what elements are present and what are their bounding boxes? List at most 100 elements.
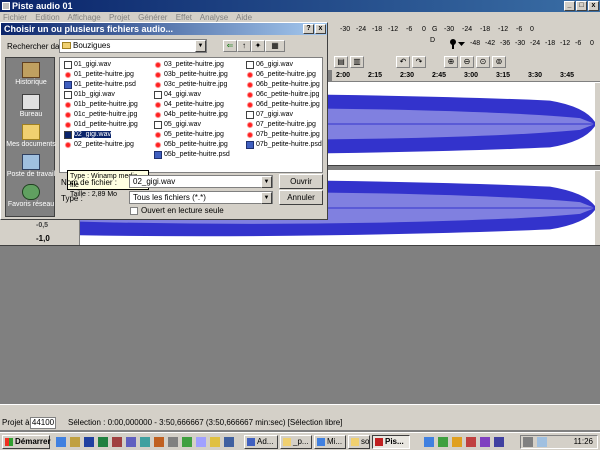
file-item[interactable]: 07_petite-huitre.jpg <box>246 120 316 130</box>
menu-fichier[interactable]: Fichier <box>3 13 27 22</box>
new-folder-icon[interactable]: ✦ <box>251 40 265 52</box>
horizontal-scrollbar[interactable] <box>0 404 600 416</box>
zoom-selection-icon[interactable]: ⊙ <box>476 56 490 68</box>
zoom-out-icon[interactable]: ⊖ <box>460 56 474 68</box>
place-network[interactable]: Favoris réseau <box>6 184 56 209</box>
dialog-close-button[interactable]: x <box>315 24 326 34</box>
silence-icon[interactable]: ▥ <box>350 56 364 68</box>
file-item[interactable]: 07_gigi.wav <box>246 110 293 120</box>
file-item[interactable]: 01b_petite-huitre.jpg <box>64 100 138 110</box>
file-item[interactable]: 05b_petite-huitre.jpg <box>154 140 228 150</box>
start-button[interactable]: Démarrer <box>2 435 51 449</box>
file-item[interactable]: 01_gigi.wav <box>64 60 111 70</box>
menu-generer[interactable]: Générer <box>138 13 167 22</box>
close-button[interactable]: x <box>588 1 599 11</box>
up-folder-icon[interactable]: ↑ <box>237 40 251 52</box>
open-button[interactable]: Ouvrir <box>279 174 323 189</box>
task-button-active[interactable]: Pis... <box>372 435 410 449</box>
dialog-titlebar[interactable]: Choisir un ou plusieurs fichiers audio..… <box>1 23 327 35</box>
file-item[interactable]: 01_petite-huitre.jpg <box>64 70 134 80</box>
file-item[interactable]: 04_gigi.wav <box>154 90 201 100</box>
task-button[interactable]: son <box>348 435 370 449</box>
menu-effet[interactable]: Effet <box>176 13 192 22</box>
menu-aide[interactable]: Aide <box>236 13 252 22</box>
filename-input[interactable]: 02_gigi.wav ▼ <box>129 175 273 188</box>
menu-analyse[interactable]: Analyse <box>200 13 228 22</box>
file-item[interactable]: 03c_petite-huitre.jpg <box>154 80 227 90</box>
app-shortcut-icon[interactable] <box>168 437 178 447</box>
place-desktop[interactable]: Bureau <box>6 94 56 119</box>
file-item[interactable]: 05_gigi.wav <box>154 120 201 130</box>
tray-icon[interactable] <box>494 437 504 447</box>
place-my-computer[interactable]: Poste de travail <box>6 154 56 179</box>
file-item[interactable]: 06_petite-huitre.jpg <box>246 70 316 80</box>
file-item[interactable]: 01b_gigi.wav <box>64 90 115 100</box>
place-my-documents[interactable]: Mes documents <box>6 124 56 149</box>
network-icon[interactable] <box>537 437 547 447</box>
app-shortcut-icon[interactable] <box>224 437 234 447</box>
project-rate-field[interactable]: 44100 <box>30 417 56 429</box>
task-button[interactable]: Mi... <box>314 435 346 449</box>
maximize-button[interactable]: □ <box>576 1 587 11</box>
file-item[interactable]: 06c_petite-huitre.jpg <box>246 90 319 100</box>
powerpoint-icon[interactable] <box>112 437 122 447</box>
app-shortcut-icon[interactable] <box>196 437 206 447</box>
tray-icon[interactable] <box>438 437 448 447</box>
tray-icon[interactable] <box>466 437 476 447</box>
filetype-select[interactable]: Tous les fichiers (*.*) ▼ <box>129 191 273 204</box>
trim-icon[interactable]: ▤ <box>334 56 348 68</box>
back-icon[interactable]: ⇐ <box>223 40 237 52</box>
volume-icon[interactable] <box>523 437 533 447</box>
task-button[interactable]: _p... <box>280 435 312 449</box>
file-item[interactable]: 01d_petite-huitre.jpg <box>64 120 138 130</box>
chevron-down-icon[interactable]: ▼ <box>261 192 272 204</box>
file-item[interactable]: 03_petite-huitre.jpg <box>154 60 224 70</box>
tray-icon[interactable] <box>452 437 462 447</box>
help-button[interactable]: ? <box>303 24 314 34</box>
clock[interactable]: 11:26 <box>574 436 593 448</box>
file-item[interactable]: 06d_petite-huitre.jpg <box>246 100 320 110</box>
app-shortcut-icon[interactable] <box>154 437 164 447</box>
file-item[interactable]: 04b_petite-huitre.jpg <box>154 110 228 120</box>
tray-icon[interactable] <box>480 437 490 447</box>
file-item[interactable]: 04_petite-huitre.jpg <box>154 100 224 110</box>
look-in-combo[interactable]: Bouzigues ▼ <box>59 39 207 53</box>
readonly-checkbox[interactable] <box>130 207 138 215</box>
minimize-button[interactable]: _ <box>564 1 575 11</box>
explorer-icon[interactable] <box>70 437 80 447</box>
redo-icon[interactable]: ↷ <box>412 56 426 68</box>
file-item[interactable]: 01_petite-huitre.psd <box>64 80 136 90</box>
file-item[interactable]: 06_gigi.wav <box>246 60 293 70</box>
menu-projet[interactable]: Projet <box>109 13 130 22</box>
excel-icon[interactable] <box>98 437 108 447</box>
zoom-in-icon[interactable]: ⊕ <box>444 56 458 68</box>
app-titlebar[interactable]: Piste audio 01 _ □ x <box>0 0 600 12</box>
menu-edition[interactable]: Edition <box>35 13 59 22</box>
chevron-down-icon[interactable]: ▼ <box>261 176 272 188</box>
file-item[interactable]: 07b_petite-huitre.psd <box>246 140 322 150</box>
music-icon[interactable] <box>182 437 192 447</box>
task-button[interactable]: Ad... <box>244 435 278 449</box>
chevron-down-icon[interactable]: ▼ <box>195 40 206 52</box>
timeline-ruler[interactable]: 2:00 2:15 2:30 2:45 3:00 3:15 3:30 3:45 <box>332 70 600 82</box>
file-item[interactable]: 07b_petite-huitre.jpg <box>246 130 320 140</box>
file-item[interactable]: 05_petite-huitre.jpg <box>154 130 224 140</box>
undo-icon[interactable]: ↶ <box>396 56 410 68</box>
app-shortcut-icon[interactable] <box>126 437 136 447</box>
folder-icon[interactable] <box>210 437 220 447</box>
cancel-button[interactable]: Annuler <box>279 190 323 205</box>
zoom-fit-icon[interactable]: ⊚ <box>492 56 506 68</box>
menu-affichage[interactable]: Affichage <box>68 13 101 22</box>
place-history[interactable]: Historique <box>6 62 56 87</box>
file-item[interactable]: 02_petite-huitre.jpg <box>64 140 134 150</box>
file-item[interactable]: 06b_petite-huitre.jpg <box>246 80 320 90</box>
file-item[interactable]: 05b_petite-huitre.psd <box>154 150 230 160</box>
file-item[interactable]: 03b_petite-huitre.jpg <box>154 70 228 80</box>
file-item-selected[interactable]: 02_gigi.wav <box>64 130 111 140</box>
ie-icon[interactable] <box>56 437 66 447</box>
word-icon[interactable] <box>84 437 94 447</box>
view-menu-icon[interactable]: ▦ <box>265 40 285 52</box>
microphone-icon[interactable] <box>445 38 467 50</box>
file-list[interactable]: 01_gigi.wav 01_petite-huitre.jpg 01_petite… <box>59 57 323 173</box>
file-item[interactable]: 01c_petite-huitre.jpg <box>64 110 137 120</box>
